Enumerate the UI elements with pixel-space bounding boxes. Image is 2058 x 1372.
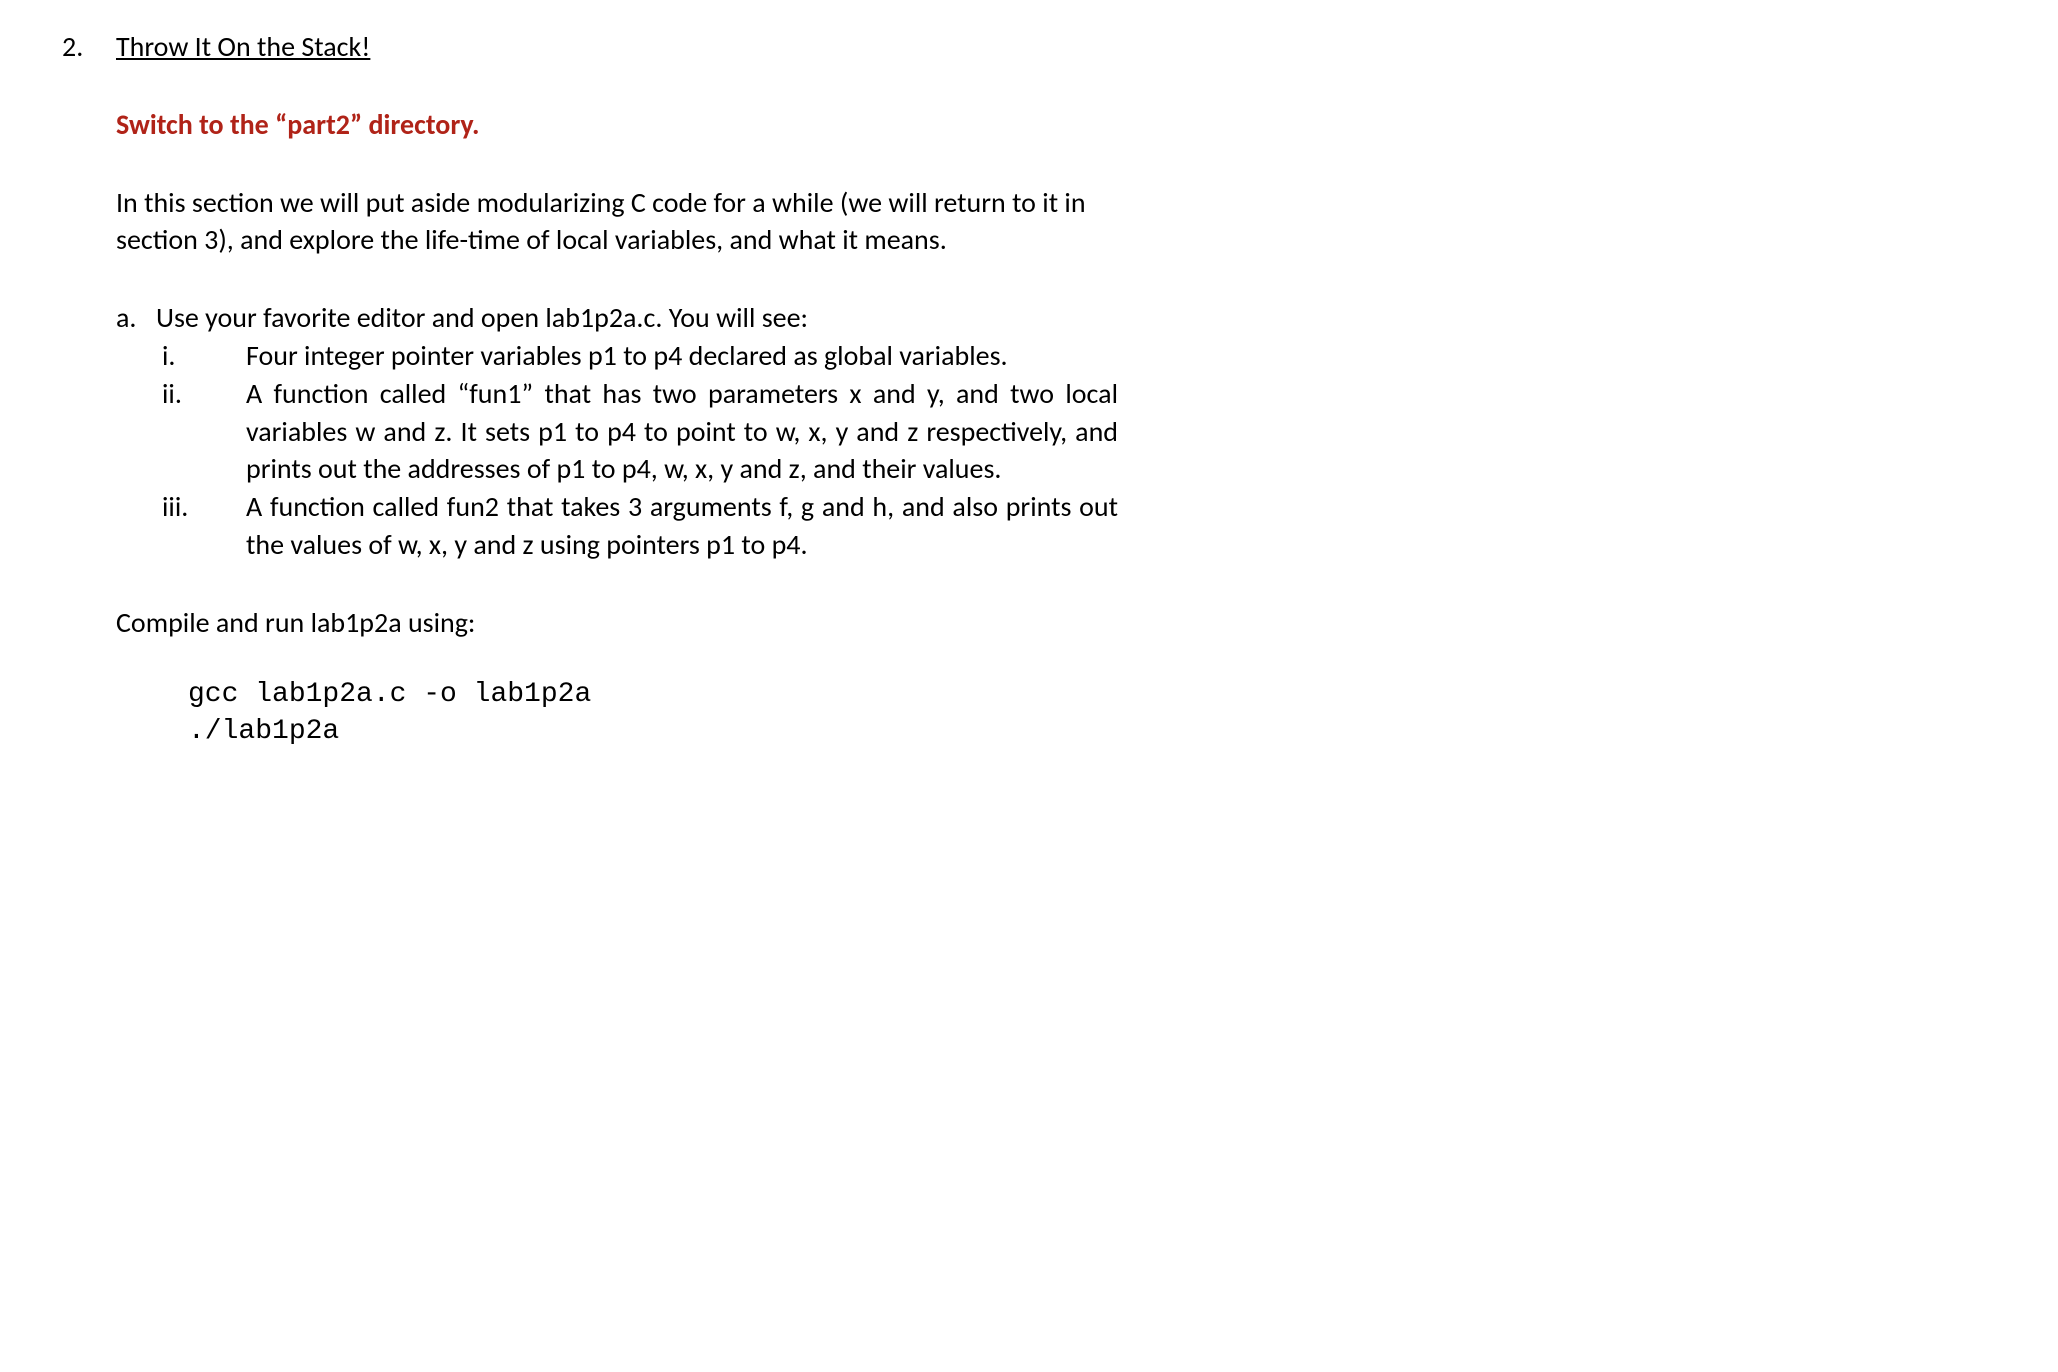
section-heading: Throw It On the Stack! (116, 28, 1118, 66)
main-item-content: Throw It On the Stack! Switch to the “pa… (116, 28, 1998, 751)
roman-list-item: i. Four integer pointer variables p1 to … (156, 337, 1118, 375)
sub-lead-text: Use your favorite editor and open lab1p2… (156, 299, 1118, 337)
roman-marker: ii. (156, 375, 246, 413)
roman-text: Four integer pointer variables p1 to p4 … (246, 337, 1118, 375)
roman-marker: iii. (156, 488, 246, 526)
roman-list-item: iii. A function called fun2 that takes 3… (156, 488, 1118, 564)
intro-paragraph: In this section we will put aside modula… (116, 184, 1118, 260)
roman-text: A function called “fun1” that has two pa… (246, 375, 1118, 488)
roman-list-item: ii. A function called “fun1” that has tw… (156, 375, 1118, 488)
roman-text: A function called fun2 that takes 3 argu… (246, 488, 1118, 564)
sub-item-content: Use your favorite editor and open lab1p2… (156, 299, 1118, 564)
roman-marker: i. (156, 337, 246, 375)
main-item-marker: 2. (60, 28, 116, 66)
directory-instruction: Switch to the “part2” directory. (116, 106, 1118, 144)
code-block: gcc lab1p2a.c -o lab1p2a ./lab1p2a (116, 676, 1118, 752)
compile-instruction: Compile and run lab1p2a using: (116, 604, 1118, 642)
main-list-item: 2. Throw It On the Stack! Switch to the … (60, 28, 1998, 751)
sub-list-item: a. Use your favorite editor and open lab… (116, 299, 1118, 564)
sub-item-marker: a. (116, 299, 156, 337)
